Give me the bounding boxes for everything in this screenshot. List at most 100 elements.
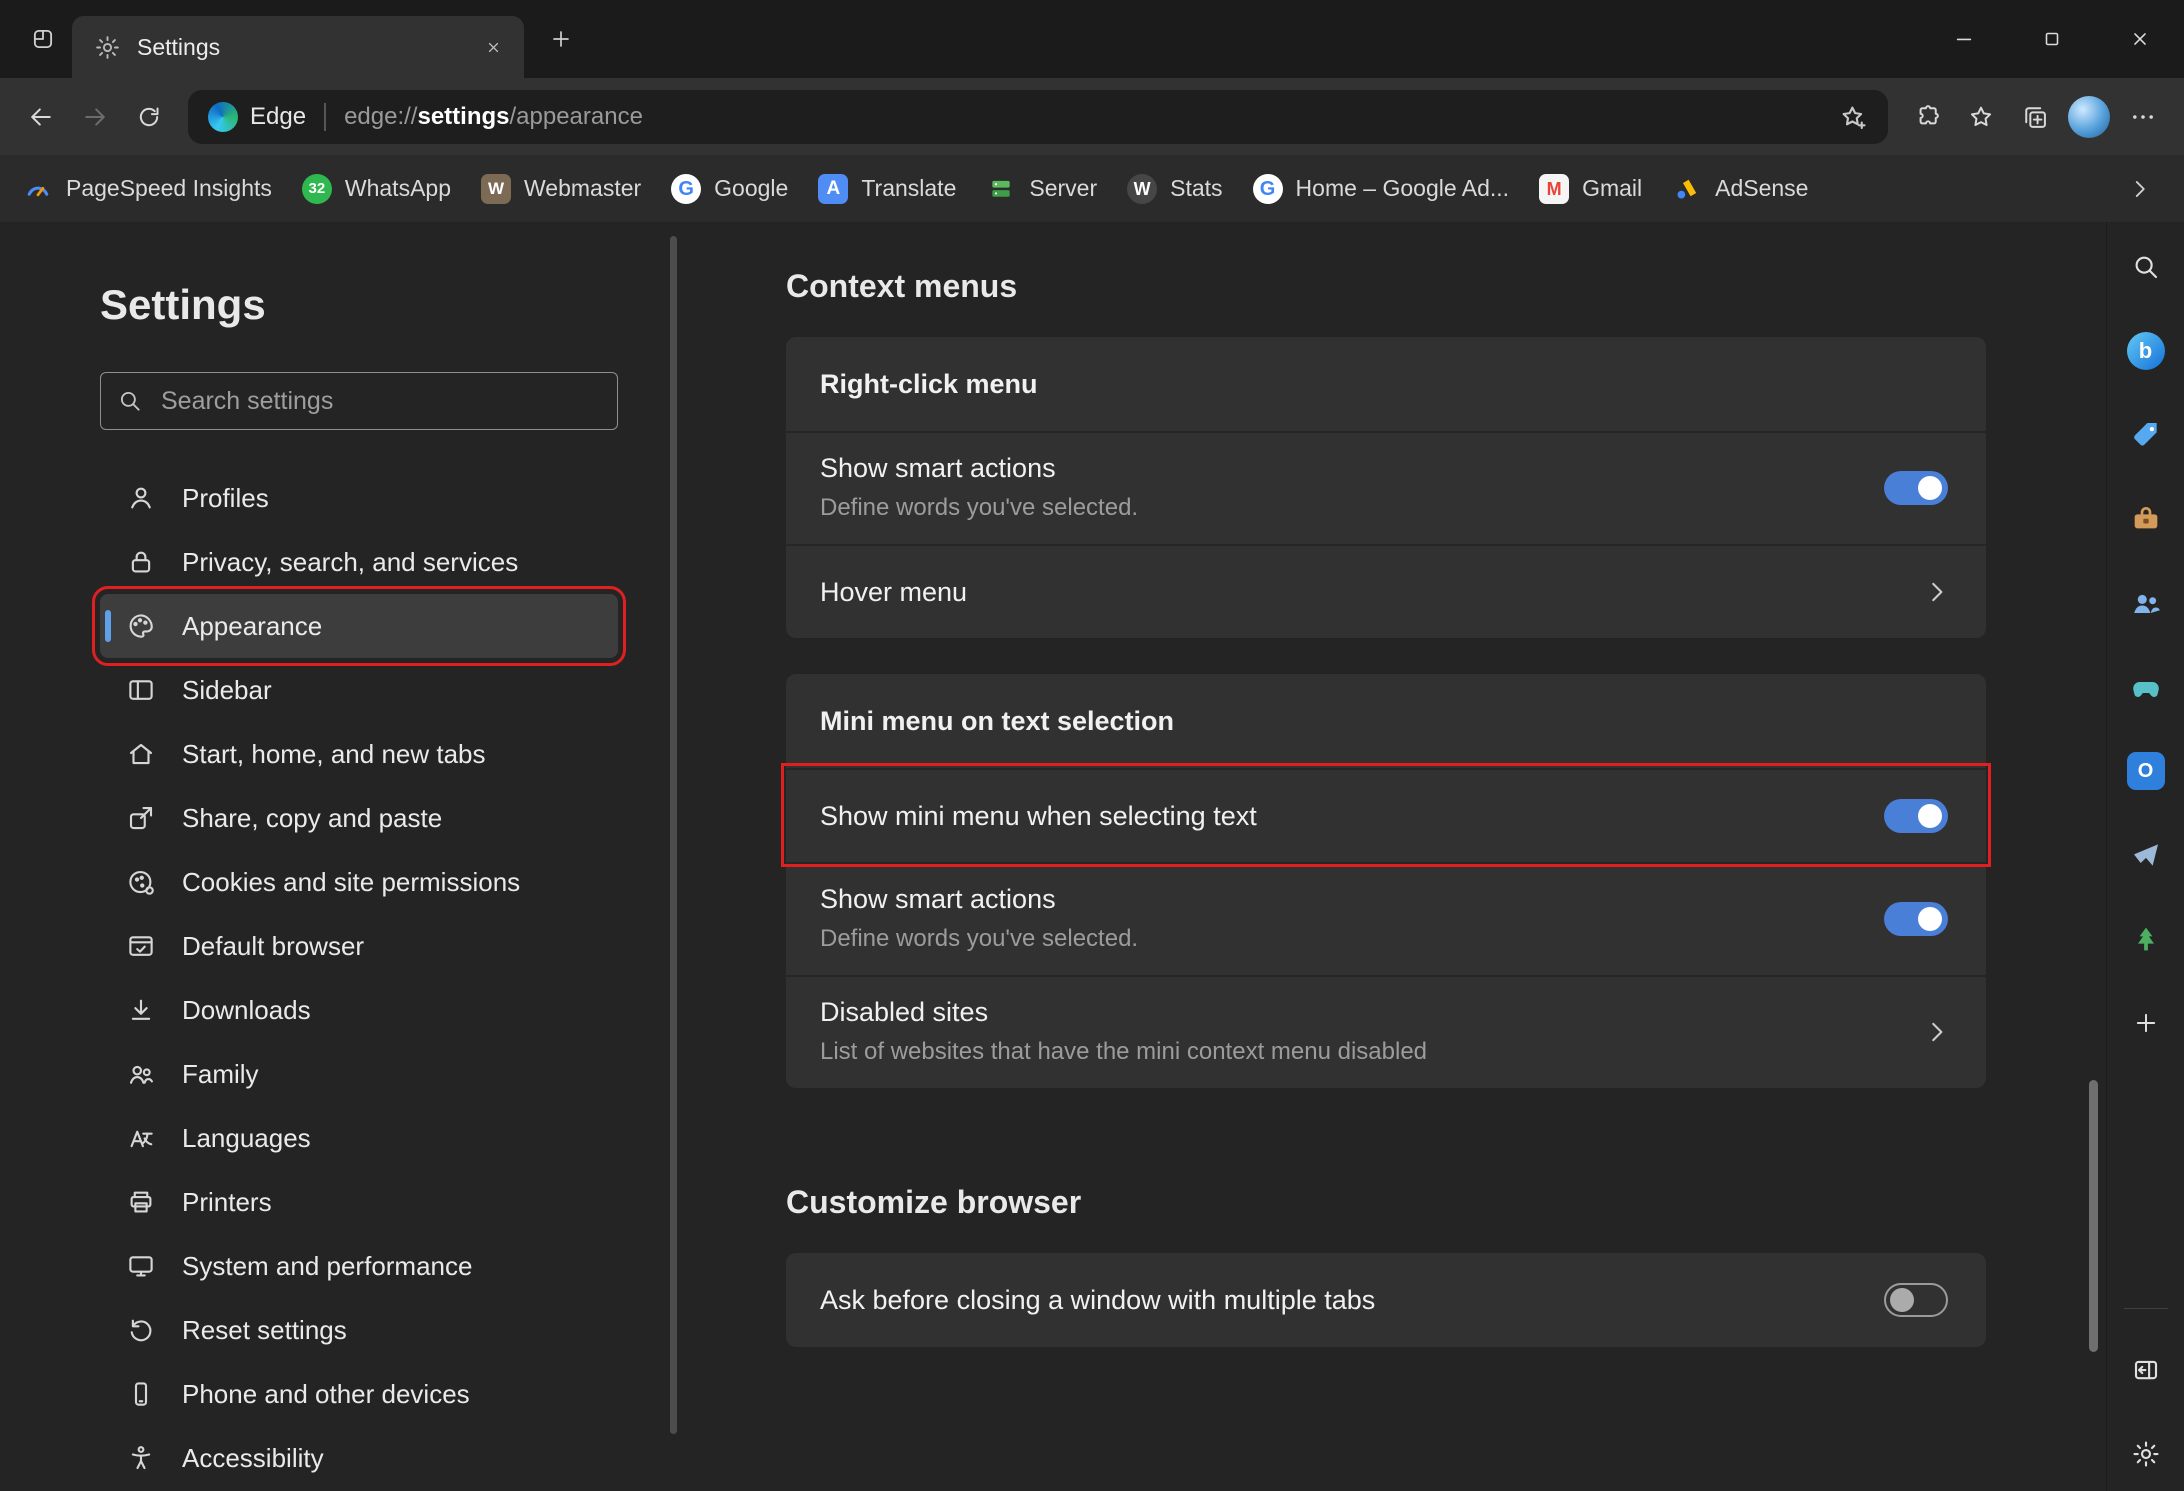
tree-planting-button[interactable] xyxy=(2123,916,2169,962)
favorite-whatsapp[interactable]: 32 WhatsApp xyxy=(287,166,466,212)
settings-and-more-button[interactable] xyxy=(2116,90,2170,144)
lock-icon xyxy=(126,547,156,577)
setting-row-ask-before-closing: Ask before closing a window with multipl… xyxy=(786,1253,1986,1347)
sidebar-item-sidebar[interactable]: Sidebar xyxy=(100,658,618,722)
share-icon xyxy=(126,803,156,833)
settings-sidebar: Settings Profiles Privacy, search, and s… xyxy=(0,222,680,1491)
sidebar-item-start-home-tabs[interactable]: Start, home, and new tabs xyxy=(100,722,618,786)
tab-close-button[interactable] xyxy=(476,30,510,64)
sidebar-item-printers[interactable]: Printers xyxy=(100,1170,618,1234)
navigation-toolbar: Edge edge://settings/appearance xyxy=(0,78,2184,155)
favorite-server[interactable]: Server xyxy=(971,166,1112,212)
favorite-home-google-ads[interactable]: G Home – Google Ad... xyxy=(1238,166,1525,212)
new-tab-button[interactable] xyxy=(538,16,584,62)
sidebar-item-privacy[interactable]: Privacy, search, and services xyxy=(100,530,618,594)
favorite-label: AdSense xyxy=(1715,175,1808,202)
sidebar-item-accessibility[interactable]: Accessibility xyxy=(100,1426,618,1490)
card-header-right-click-menu: Right-click menu xyxy=(786,337,1986,431)
profile-button[interactable] xyxy=(2062,90,2116,144)
settings-search-box[interactable] xyxy=(100,372,618,430)
sidebar-search-button[interactable] xyxy=(2123,244,2169,290)
sidebar-item-system-performance[interactable]: System and performance xyxy=(100,1234,618,1298)
open-sidebar-panel-button[interactable] xyxy=(2123,1347,2169,1393)
favorite-label: Translate xyxy=(861,175,956,202)
printer-icon xyxy=(126,1187,156,1217)
url-text[interactable]: edge://settings/appearance xyxy=(344,103,1826,131)
card-header-mini-menu: Mini menu on text selection xyxy=(786,674,1986,768)
search-input[interactable] xyxy=(159,386,601,417)
sidebar-item-phone-devices[interactable]: Phone and other devices xyxy=(100,1362,618,1426)
people-button[interactable] xyxy=(2123,580,2169,626)
favorites-button[interactable] xyxy=(1954,90,2008,144)
sidebar-item-default-browser[interactable]: Default browser xyxy=(100,914,618,978)
setting-title: Show smart actions xyxy=(820,884,1884,915)
sidebar-settings-button[interactable] xyxy=(2123,1431,2169,1477)
favorite-webmaster[interactable]: W Webmaster xyxy=(466,166,656,212)
reset-icon xyxy=(126,1315,156,1345)
favorite-translate[interactable]: A Translate xyxy=(803,166,971,212)
drop-button[interactable] xyxy=(2123,832,2169,878)
favorite-gmail[interactable]: M Gmail xyxy=(1524,166,1657,212)
sidebar-item-languages[interactable]: Languages xyxy=(100,1106,618,1170)
sidebar-item-family[interactable]: Family xyxy=(100,1042,618,1106)
server-icon xyxy=(986,174,1016,204)
section-heading-context-menus: Context menus xyxy=(786,268,2106,305)
favorite-label: WhatsApp xyxy=(345,175,451,202)
ask-before-closing-toggle[interactable] xyxy=(1884,1283,1948,1317)
tools-button[interactable] xyxy=(2123,496,2169,542)
forward-button[interactable] xyxy=(68,90,122,144)
whatsapp-icon: 32 xyxy=(302,174,332,204)
main-area: Settings Profiles Privacy, search, and s… xyxy=(0,222,2184,1491)
maximize-button[interactable] xyxy=(2008,0,2096,78)
favorite-google[interactable]: G Google xyxy=(656,166,803,212)
setting-row-disabled-sites[interactable]: Disabled sites List of websites that hav… xyxy=(786,975,1986,1088)
setting-row-smart-actions: Show smart actions Define words you've s… xyxy=(786,431,1986,544)
extensions-button[interactable] xyxy=(1900,90,1954,144)
shopping-button[interactable] xyxy=(2123,412,2169,458)
favorite-label: PageSpeed Insights xyxy=(66,175,272,202)
sidebar-layout-icon xyxy=(126,675,156,705)
tab-actions-menu-button[interactable] xyxy=(20,16,66,62)
page-scrollbar[interactable] xyxy=(2089,1080,2098,1352)
edge-sidebar: b O xyxy=(2106,222,2184,1491)
back-button[interactable] xyxy=(14,90,68,144)
sidebar-scrollbar[interactable] xyxy=(670,236,677,1434)
monitor-icon xyxy=(126,1251,156,1281)
favorite-adsense[interactable]: AdSense xyxy=(1657,166,1823,212)
sidebar-item-label: Reset settings xyxy=(182,1315,347,1346)
sidebar-item-reset-settings[interactable]: Reset settings xyxy=(100,1298,618,1362)
address-bar[interactable]: Edge edge://settings/appearance xyxy=(188,90,1888,144)
sidebar-item-appearance[interactable]: Appearance xyxy=(100,594,618,658)
smart-actions-toggle[interactable] xyxy=(1884,471,1948,505)
games-button[interactable] xyxy=(2123,664,2169,710)
sidebar-item-cookies-permissions[interactable]: Cookies and site permissions xyxy=(100,850,618,914)
sidebar-item-label: Downloads xyxy=(182,995,311,1026)
favorite-pagespeed[interactable]: PageSpeed Insights xyxy=(8,166,287,212)
favorite-stats[interactable]: W Stats xyxy=(1112,166,1237,212)
browser-tab-settings[interactable]: Settings xyxy=(72,16,524,78)
show-mini-menu-toggle[interactable] xyxy=(1884,799,1948,833)
outlook-icon: O xyxy=(2127,752,2165,790)
sidebar-item-label: Share, copy and paste xyxy=(182,803,442,834)
customize-sidebar-button[interactable] xyxy=(2123,1000,2169,1046)
discover-button[interactable]: b xyxy=(2123,328,2169,374)
sidebar-item-profiles[interactable]: Profiles xyxy=(100,466,618,530)
close-button[interactable] xyxy=(2096,0,2184,78)
setting-subtitle: Define words you've selected. xyxy=(820,925,1884,953)
favorites-overflow-button[interactable] xyxy=(2118,167,2162,211)
add-favorite-icon[interactable] xyxy=(1838,102,1868,132)
sidebar-item-downloads[interactable]: Downloads xyxy=(100,978,618,1042)
refresh-button[interactable] xyxy=(122,90,176,144)
pagespeed-icon xyxy=(23,174,53,204)
mini-menu-card: Mini menu on text selection Show mini me… xyxy=(786,674,1986,1088)
outlook-button[interactable]: O xyxy=(2123,748,2169,794)
site-info-chip[interactable]: Edge xyxy=(208,102,306,132)
collections-button[interactable] xyxy=(2008,90,2062,144)
sidebar-item-share-copy-paste[interactable]: Share, copy and paste xyxy=(100,786,618,850)
translate-icon: A xyxy=(818,174,848,204)
minimize-button[interactable] xyxy=(1920,0,2008,78)
smart-actions-mini-toggle[interactable] xyxy=(1884,902,1948,936)
favorite-label: Gmail xyxy=(1582,175,1642,202)
setting-row-hover-menu[interactable]: Hover menu xyxy=(786,544,1986,638)
gmail-icon: M xyxy=(1539,174,1569,204)
